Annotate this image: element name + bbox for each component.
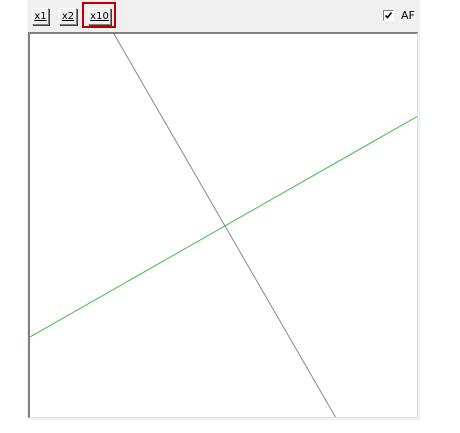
green-line: [30, 115, 417, 338]
checkmark-icon: [384, 12, 393, 19]
af-checkbox[interactable]: [383, 10, 394, 21]
zoom-x10-button[interactable]: x10: [88, 8, 111, 25]
zoom-x1-button[interactable]: x1: [32, 8, 49, 25]
af-label: AF: [401, 9, 415, 22]
viewport-lines: [30, 34, 417, 417]
zoom-x2-button[interactable]: x2: [59, 8, 77, 25]
line-viewport[interactable]: [28, 32, 418, 418]
